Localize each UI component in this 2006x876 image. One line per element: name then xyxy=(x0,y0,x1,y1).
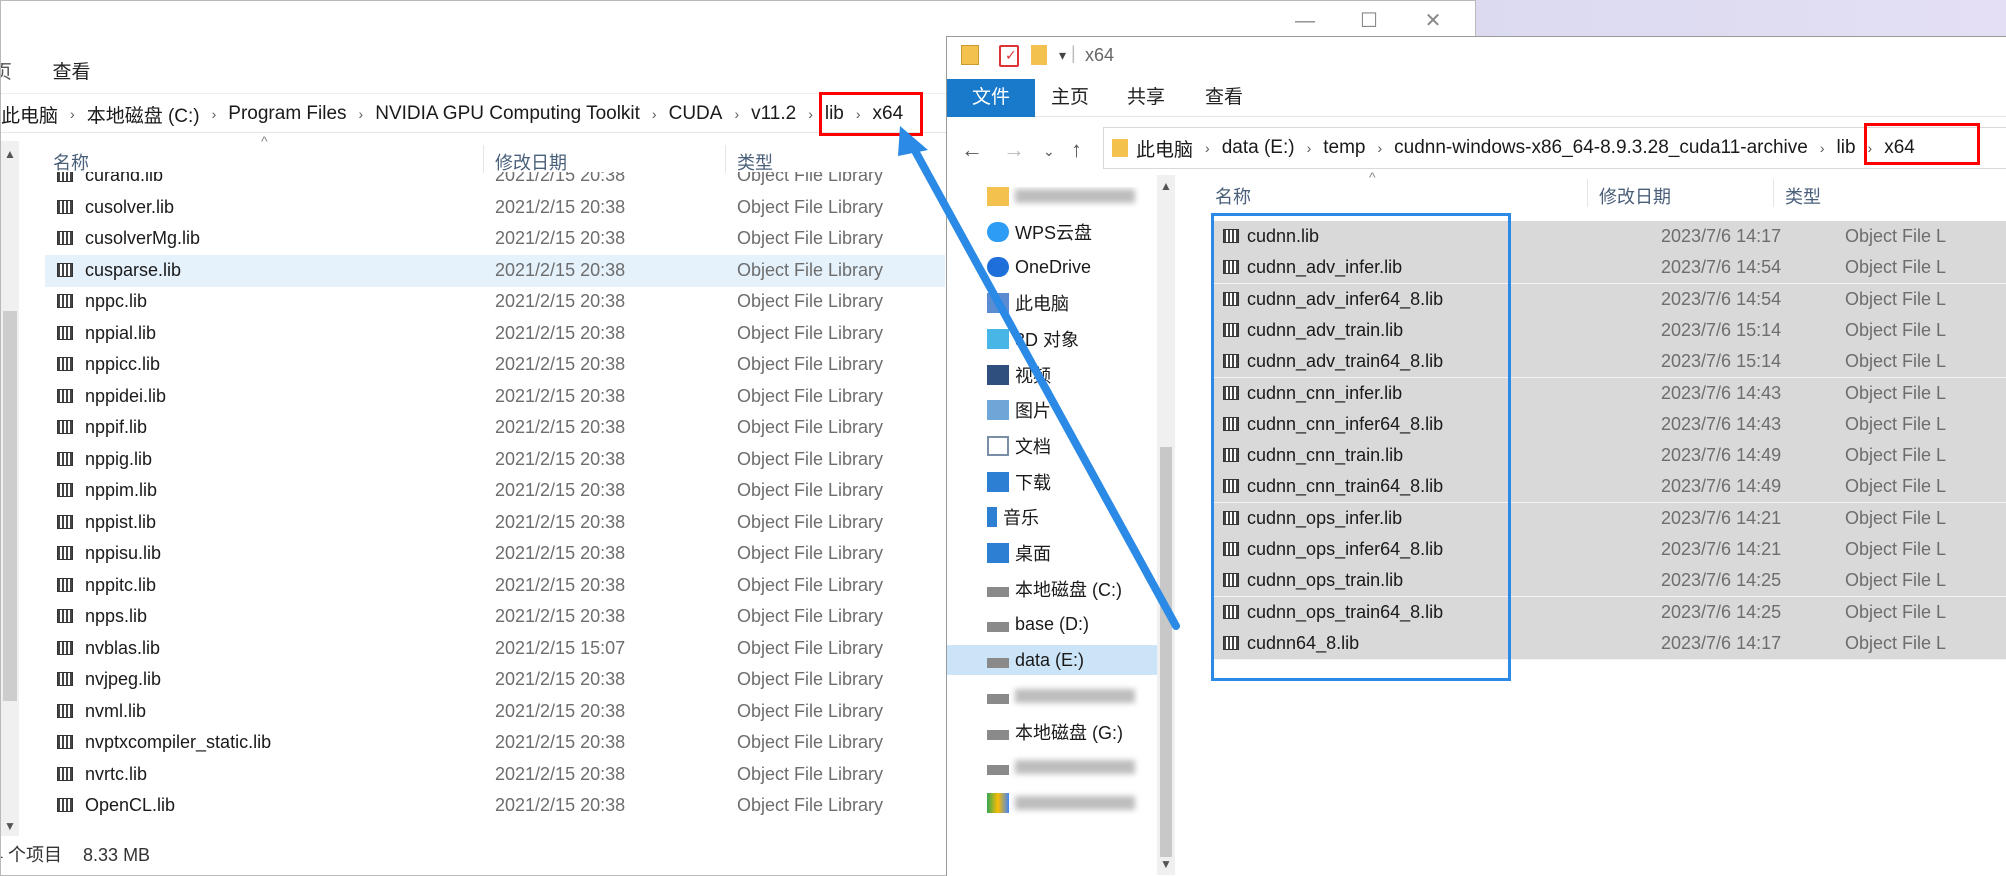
annotation-arrow xyxy=(898,126,1180,630)
arrow-line xyxy=(904,134,1180,630)
arrow-head xyxy=(898,126,928,156)
